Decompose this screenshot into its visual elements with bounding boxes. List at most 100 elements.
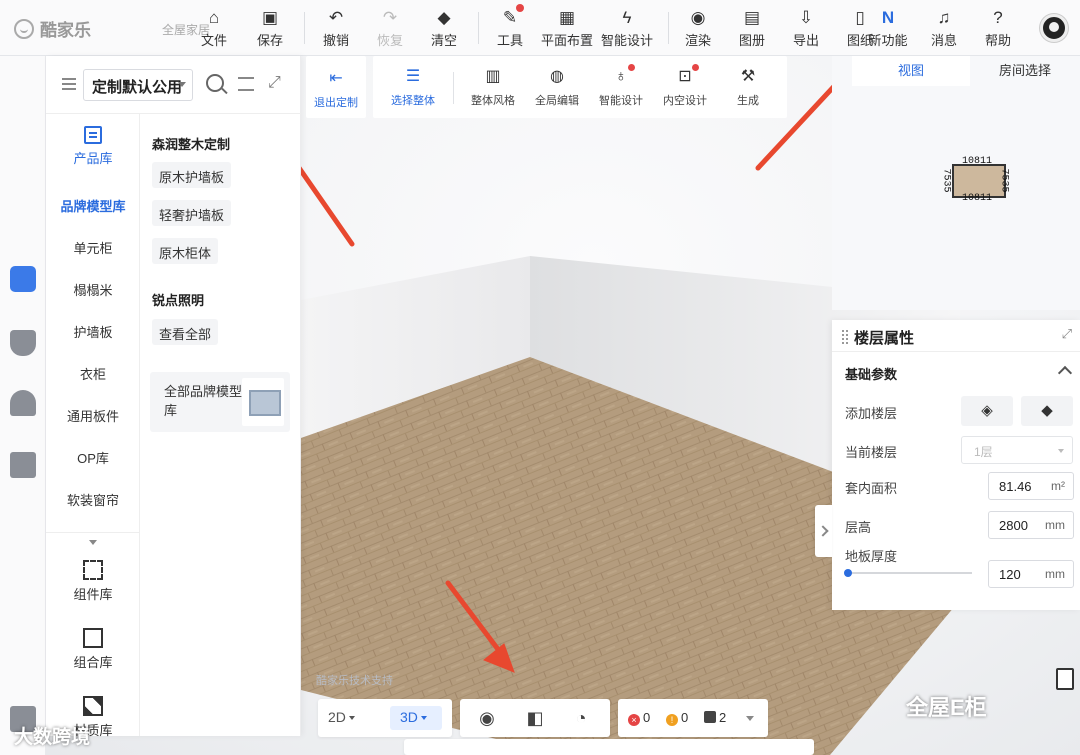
chevron-down-icon[interactable] <box>746 716 754 721</box>
left-icon-rail <box>0 56 46 755</box>
drawer-icon[interactable] <box>10 452 36 478</box>
brand-chip[interactable]: 查看全部 <box>152 319 219 345</box>
search-icon[interactable] <box>206 74 224 92</box>
category-wardrobe[interactable]: 衣柜 <box>46 364 140 383</box>
export-button[interactable]: ⇩ 导出 <box>790 8 822 50</box>
image-icon: ▤ <box>743 8 761 27</box>
add-floor-below-button[interactable]: ◆ <box>1021 396 1073 426</box>
cabinet-mode-icon[interactable] <box>10 266 36 292</box>
current-floor-label: 当前楼层 <box>845 445 898 460</box>
filter-icon[interactable] <box>238 77 254 91</box>
generate-button[interactable]: ⚒ 生成 <box>733 66 763 108</box>
eraser-icon: ◆ <box>437 8 451 27</box>
category-brand-models[interactable]: 品牌模型库 <box>46 196 140 215</box>
menu-icon[interactable] <box>62 78 76 90</box>
grid-icon <box>83 628 103 648</box>
clipboard-icon[interactable] <box>1056 668 1074 690</box>
inner-area-field[interactable]: 81.46 m² <box>988 472 1074 500</box>
tech-support-label: 酷家乐技术支持 <box>316 675 393 687</box>
error-count[interactable]: × 0 <box>628 710 650 726</box>
panel-collapse-toggle[interactable] <box>815 505 832 557</box>
tools-button[interactable]: ✎ 工具 <box>494 4 526 50</box>
category-column: 产品库 品牌模型库 单元柜 榻榻米 护墙板 衣柜 通用板件 OP库 软装窗帘 组… <box>46 114 140 738</box>
layout-button[interactable]: ▦ 平面布置 <box>540 8 594 50</box>
user-avatar[interactable] <box>1040 14 1068 42</box>
expand-icon[interactable]: ⤢ <box>268 74 286 92</box>
tab-room-select[interactable]: 房间选择 <box>970 56 1080 86</box>
category-wall-panel[interactable]: 护墙板 <box>46 322 140 341</box>
slider-handle[interactable] <box>844 569 852 577</box>
clear-button[interactable]: ◆ 清空 <box>428 8 460 50</box>
caret-icon <box>348 716 355 721</box>
collapse-caret-icon[interactable] <box>89 540 97 545</box>
vip-icon[interactable] <box>10 330 36 356</box>
dimension-bottom: 10811 <box>962 193 993 204</box>
status-counters: × 0 ! 0 2 <box>618 699 768 737</box>
album-button[interactable]: ▤ 图册 <box>736 8 768 50</box>
toolbar-divider <box>453 72 454 104</box>
user-icon[interactable] <box>10 390 36 416</box>
item-count[interactable]: 2 <box>704 710 726 725</box>
cube-icon[interactable]: ◧ <box>524 707 546 729</box>
product-library-tab[interactable]: 产品库 <box>46 114 140 184</box>
brand-chip[interactable]: 原木柜体 <box>152 238 219 264</box>
inner-design-button[interactable]: ⊡ 内空设计 <box>663 64 707 108</box>
view-mode-switch: 2D 3D <box>318 699 452 737</box>
file-button[interactable]: ⌂ 文件 <box>198 8 230 50</box>
dimension-right: 7535 <box>998 168 1010 193</box>
render-button[interactable]: ◉ 渲染 <box>682 8 714 50</box>
eye-icon[interactable]: ◉ <box>476 707 498 729</box>
logo-text: 酷家乐 <box>40 21 91 40</box>
message-button[interactable]: ♫ 消息 <box>928 8 960 50</box>
brand-chip[interactable]: 原木护墙板 <box>152 162 232 188</box>
category-curtains[interactable]: 软装窗帘 <box>46 490 140 509</box>
view-tools: ◉ ◧ ◔ <box>460 699 610 737</box>
expand-icon[interactable]: ⤢ <box>1062 326 1072 342</box>
bulb-icon: ♁ <box>615 68 627 85</box>
watermark-text: 大数跨境 <box>14 727 91 748</box>
redo-icon: ↷ <box>382 8 398 27</box>
smart-design-button[interactable]: ϟ 智能设计 <box>600 8 654 50</box>
slab-thickness-field[interactable]: 120 mm <box>988 560 1074 588</box>
toolbar-divider <box>478 12 479 44</box>
combination-library[interactable]: 组合库 <box>46 628 140 671</box>
help-button[interactable]: ? 帮助 <box>982 8 1014 50</box>
slab-thickness-slider[interactable] <box>844 569 972 577</box>
mode-2d-button[interactable]: 2D <box>328 709 355 725</box>
component-library[interactable]: 组件库 <box>46 560 140 603</box>
checker-icon <box>83 696 103 716</box>
add-floor-above-button[interactable]: ◈ <box>961 396 1013 426</box>
category-unit-cabinet[interactable]: 单元柜 <box>46 238 140 257</box>
chevron-up-icon[interactable] <box>1057 365 1073 381</box>
undo-icon: ↶ <box>328 8 344 27</box>
redo-button[interactable]: ↷ 恢复 <box>374 8 406 50</box>
smart-design-button[interactable]: ♁ 智能设计 <box>599 64 643 108</box>
new-feature-button[interactable]: N 新功能 <box>866 8 910 50</box>
save-button[interactable]: ▣ 保存 <box>254 8 286 50</box>
category-tatami[interactable]: 榻榻米 <box>46 280 140 299</box>
app-logo[interactable]: 酷家乐 <box>14 16 91 41</box>
layers-icon: ◆ <box>1041 402 1053 419</box>
all-brands-card[interactable]: 全部品牌模型库 <box>150 372 290 432</box>
gauge-icon[interactable]: ◔ <box>570 707 592 729</box>
chevron-down-icon <box>1058 449 1064 453</box>
library-select[interactable]: 定制默认公用 <box>83 69 193 101</box>
mode-3d-button[interactable]: 3D <box>390 706 442 730</box>
global-edit-button[interactable]: ◍ 全局编辑 <box>535 66 579 108</box>
help-icon: ? <box>993 8 1003 27</box>
exit-custom-button[interactable]: ⇤ 退出定制 <box>306 56 366 118</box>
category-general-board[interactable]: 通用板件 <box>46 406 140 425</box>
select-whole-button[interactable]: ☰ 选择整体 <box>391 66 435 108</box>
floor-height-field[interactable]: 2800 mm <box>988 511 1074 539</box>
overall-style-button[interactable]: ▥ 整体风格 <box>471 66 515 108</box>
section-title: 基础参数 <box>845 367 898 382</box>
warning-icon: ! <box>666 714 678 726</box>
warning-count[interactable]: ! 0 <box>666 710 688 726</box>
current-floor-select[interactable]: 1层 <box>961 436 1073 464</box>
tab-view[interactable]: 视图 <box>852 56 970 86</box>
category-op-library[interactable]: OP库 <box>46 448 140 467</box>
drag-handle-icon[interactable] <box>842 330 848 344</box>
panel-header: 定制默认公用 ⤢ <box>46 56 301 114</box>
brand-chip[interactable]: 轻奢护墙板 <box>152 200 232 226</box>
undo-button[interactable]: ↶ 撤销 <box>320 8 352 50</box>
